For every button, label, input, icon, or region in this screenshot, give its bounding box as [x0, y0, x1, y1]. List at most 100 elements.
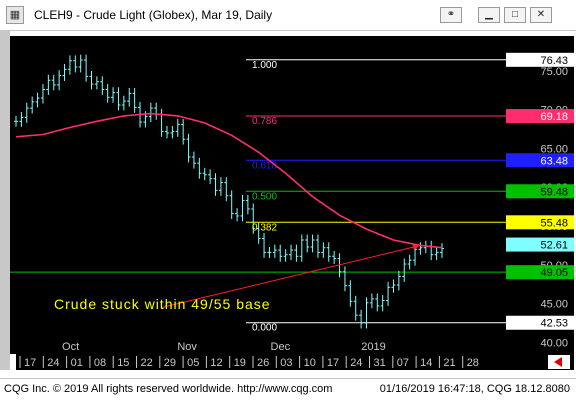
price-bar: [407, 254, 412, 270]
window-title: CLEH9 - Crude Light (Globex), Mar 19, Da…: [34, 8, 273, 22]
price-bar: [396, 271, 401, 291]
price-chart[interactable]: 1.000 0.786 0.618 0.500 0.382 0.000 Crude stu…: [10, 36, 574, 354]
ma-line: [15, 112, 443, 249]
fib-price-box-text: 76.43: [540, 55, 568, 67]
month-label: Oct: [62, 341, 79, 353]
date-label: 03: [280, 357, 292, 369]
price-bar: [272, 244, 277, 258]
title-bar: ▦ CLEH9 - Crude Light (Globex), Mar 19, …: [0, 0, 576, 31]
date-label: 24: [350, 357, 362, 369]
price-bar: [164, 125, 169, 139]
price-bar: [51, 74, 56, 91]
price-bar: [240, 195, 245, 222]
month-label: Nov: [177, 341, 197, 353]
price-bar: [359, 309, 364, 329]
month-label: 2019: [361, 341, 385, 353]
price-bar: [434, 246, 439, 261]
price-bar: [310, 234, 315, 253]
date-scroll-thumb: [10, 354, 16, 370]
date-label: 21: [443, 357, 455, 369]
price-bar: [175, 118, 180, 137]
fib-levels: 1.000 0.786 0.618 0.500 0.382 0.000: [10, 59, 506, 334]
price-bar: [224, 177, 229, 202]
date-label: 26: [257, 357, 269, 369]
price-bar: [267, 246, 272, 258]
price-bar: [62, 63, 67, 81]
date-label: 19: [234, 357, 246, 369]
date-label: 01: [71, 357, 83, 369]
price-bar: [170, 125, 175, 139]
fib-label: 0.786: [252, 116, 277, 127]
price-bar: [440, 243, 444, 258]
fib-price-box-text: 55.48: [540, 217, 568, 229]
price-bar: [132, 87, 137, 113]
date-label: 15: [117, 357, 129, 369]
link-icon[interactable]: ⚭: [440, 7, 462, 23]
price-bar: [289, 244, 294, 261]
price-bar: [191, 151, 196, 169]
close-icon[interactable]: ✕: [530, 7, 552, 23]
price-bar: [78, 54, 83, 73]
price-bar: [105, 84, 110, 103]
app-icon[interactable]: ▦: [6, 6, 24, 24]
date-label: 17: [327, 357, 339, 369]
maximize-icon[interactable]: □: [504, 7, 526, 23]
date-label: 24: [47, 357, 59, 369]
date-label: 05: [187, 357, 199, 369]
date-labels: 17 24 01 08 15 22 29 05 12 19 26 03 10 17 24 31 07 14 21 28: [10, 354, 570, 370]
date-label: 28: [467, 357, 479, 369]
fib-price-box-text: 59.48: [540, 186, 568, 198]
price-bar: [380, 295, 385, 312]
left-scroll-bar[interactable]: [0, 30, 10, 370]
price-bar: [148, 102, 153, 123]
minimize-icon[interactable]: ▁: [478, 7, 500, 23]
fib-price-box-text: 63.48: [540, 155, 568, 167]
price-bar: [127, 87, 132, 107]
price-bar: [202, 167, 207, 181]
fib-label: 0.000: [252, 323, 277, 334]
price-bar: [159, 108, 164, 137]
date-label: 31: [374, 357, 386, 369]
fib-price-box: 69.18: [506, 109, 574, 124]
copyright-text: CQG Inc. © 2019 All rights reserved worl…: [4, 383, 333, 395]
price-bar: [235, 208, 240, 222]
fib-price-box-text: 69.18: [540, 111, 568, 123]
price-bar: [245, 195, 250, 215]
date-label: 22: [141, 357, 153, 369]
price-bar: [116, 87, 121, 111]
timestamp-text: 01/16/2019 16:47:18, CQG 18.12.8080: [379, 383, 570, 395]
last-price-box-text: 52.61: [540, 240, 568, 252]
price-bar: [154, 102, 159, 120]
price-bar: [84, 54, 89, 82]
price-bar: [283, 249, 288, 262]
fib-price-box: 63.48: [506, 153, 574, 168]
price-bar: [14, 115, 18, 127]
price-bar: [100, 76, 105, 95]
price-bar: [429, 240, 434, 261]
chart-window: ▦ CLEH9 - Crude Light (Globex), Mar 19, …: [0, 0, 576, 401]
price-bar: [342, 266, 347, 292]
price-bar: [57, 70, 62, 91]
price-tick-label: 40.00: [540, 337, 568, 349]
price-bar: [197, 157, 202, 179]
fib-label: 0.500: [252, 191, 277, 202]
price-bar: [299, 234, 304, 262]
date-label: 14: [420, 357, 432, 369]
price-bar: [35, 92, 40, 108]
date-axis[interactable]: 17 24 01 08 15 22 29 05 12 19 26 03 10 17 24 31 07 14 21 28: [10, 354, 574, 370]
fib-label: 0.382: [252, 222, 277, 233]
date-label: 10: [304, 357, 316, 369]
price-bar: [369, 293, 374, 309]
footer: CQG Inc. © 2019 All rights reserved worl…: [0, 378, 576, 401]
last-price-box: 52.61: [506, 237, 574, 252]
price-bar: [262, 233, 267, 258]
fib-price-box: 55.48: [506, 215, 574, 230]
price-bar: [24, 102, 29, 123]
price-bar: [386, 281, 391, 306]
price-bar: [89, 70, 94, 90]
price-bar: [418, 242, 423, 255]
annotation-text: Crude stuck within 49/55 base: [54, 296, 271, 312]
price-bar: [278, 244, 283, 262]
price-bar: [332, 250, 337, 265]
price-bar: [19, 112, 24, 127]
